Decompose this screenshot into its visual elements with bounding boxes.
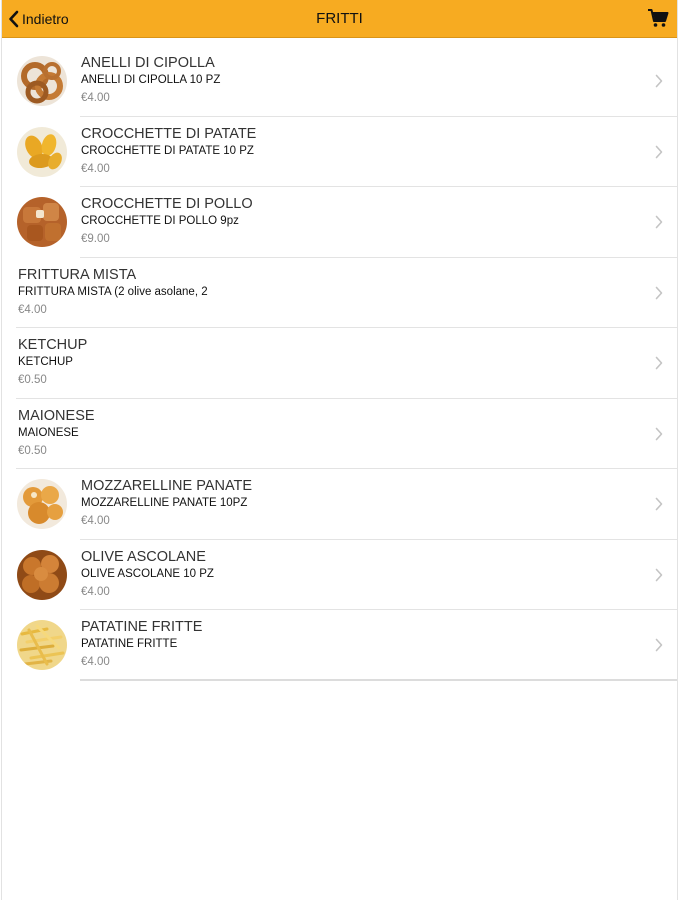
product-price: €4.00 <box>81 162 110 175</box>
chevron-right-icon <box>655 638 663 652</box>
product-price: €4.00 <box>81 656 110 668</box>
product-description: KETCHUP <box>18 356 73 368</box>
onion-rings-image <box>17 56 67 106</box>
chevron-right-icon <box>655 286 663 299</box>
product-description: ANELLI DI CIPOLLA 10 PZ <box>81 74 221 86</box>
cart-icon <box>648 9 669 27</box>
product-name: CROCCHETTE DI POLLO <box>81 196 253 212</box>
back-label: Indietro <box>22 10 69 27</box>
list-item[interactable]: PATATINE FRITTE PATATINE FRITTE €4.00 <box>2 610 677 681</box>
product-name: KETCHUP <box>18 337 88 353</box>
product-thumbnail <box>17 620 67 670</box>
top-bar: Indietro FRITTI <box>2 0 677 38</box>
product-description: CROCCHETTE DI POLLO 9pz <box>81 215 239 227</box>
list-item[interactable]: CROCCHETTE DI PATATE CROCCHETTE DI PATAT… <box>2 117 677 187</box>
row-divider <box>80 678 677 681</box>
product-name: ANELLI DI CIPOLLA <box>81 55 215 71</box>
product-name: OLIVE ASCOLANE <box>81 548 206 565</box>
list-item[interactable]: ANELLI DI CIPOLLA ANELLI DI CIPOLLA 10 P… <box>2 46 677 117</box>
list-item[interactable]: OLIVE ASCOLANE OLIVE ASCOLANE 10 PZ €4.0… <box>2 540 677 610</box>
chevron-right-icon <box>655 74 663 88</box>
product-description: MAIONESE <box>18 426 79 439</box>
cart-button[interactable] <box>647 7 669 29</box>
chevron-right-icon <box>655 497 663 511</box>
product-thumbnail <box>17 479 67 529</box>
product-description: FRITTURA MISTA (2 olive asolane, 2 <box>18 285 208 298</box>
product-name: MAIONESE <box>18 407 95 424</box>
product-thumbnail <box>17 126 67 177</box>
product-price: €4.00 <box>81 92 110 104</box>
app-frame: Indietro FRITTI ANELLI DI CIPOLLA ANELLI… <box>1 0 678 900</box>
product-price: €4.00 <box>18 303 47 316</box>
chevron-left-icon <box>9 10 19 27</box>
product-thumbnail <box>17 56 67 106</box>
list-item[interactable]: KETCHUP KETCHUP €0.50 <box>2 328 677 399</box>
list-item[interactable]: CROCCHETTE DI POLLO CROCCHETTE DI POLLO … <box>2 187 677 258</box>
page-title: FRITTI <box>316 10 363 27</box>
chevron-right-icon <box>655 215 663 229</box>
chevron-right-icon <box>655 427 663 440</box>
back-button[interactable]: Indietro <box>8 0 69 37</box>
product-price: €4.00 <box>81 585 110 598</box>
product-price: €4.00 <box>81 515 110 527</box>
product-name: FRITTURA MISTA <box>18 266 137 283</box>
product-name: CROCCHETTE DI PATATE <box>81 125 257 142</box>
product-name: MOZZARELLINE PANATE <box>81 478 253 494</box>
list-item[interactable]: MAIONESE MAIONESE €0.50 <box>2 399 677 469</box>
chicken-croquettes-image <box>17 197 67 247</box>
stuffed-olives-image <box>17 549 67 600</box>
list-item[interactable]: FRITTURA MISTA FRITTURA MISTA (2 olive a… <box>2 258 677 328</box>
product-description: CROCCHETTE DI PATATE 10 PZ <box>81 144 254 157</box>
product-thumbnail <box>17 549 67 600</box>
product-description: MOZZARELLINE PANATE 10PZ <box>81 497 248 509</box>
product-price: €0.50 <box>18 444 47 457</box>
chevron-right-icon <box>655 568 663 581</box>
product-thumbnail <box>17 197 67 247</box>
chevron-right-icon <box>655 356 663 370</box>
product-list: ANELLI DI CIPOLLA ANELLI DI CIPOLLA 10 P… <box>2 46 677 681</box>
list-item[interactable]: MOZZARELLINE PANATE MOZZARELLINE PANATE … <box>2 469 677 540</box>
product-price: €9.00 <box>81 233 110 245</box>
chevron-right-icon <box>655 145 663 158</box>
product-description: PATATINE FRITTE <box>81 638 178 650</box>
product-name: PATATINE FRITTE <box>81 619 203 635</box>
fried-mozzarella-image <box>17 479 67 529</box>
french-fries-image <box>17 620 67 670</box>
potato-croquettes-image <box>17 126 67 177</box>
product-price: €0.50 <box>18 374 47 386</box>
product-description: OLIVE ASCOLANE 10 PZ <box>81 567 214 580</box>
